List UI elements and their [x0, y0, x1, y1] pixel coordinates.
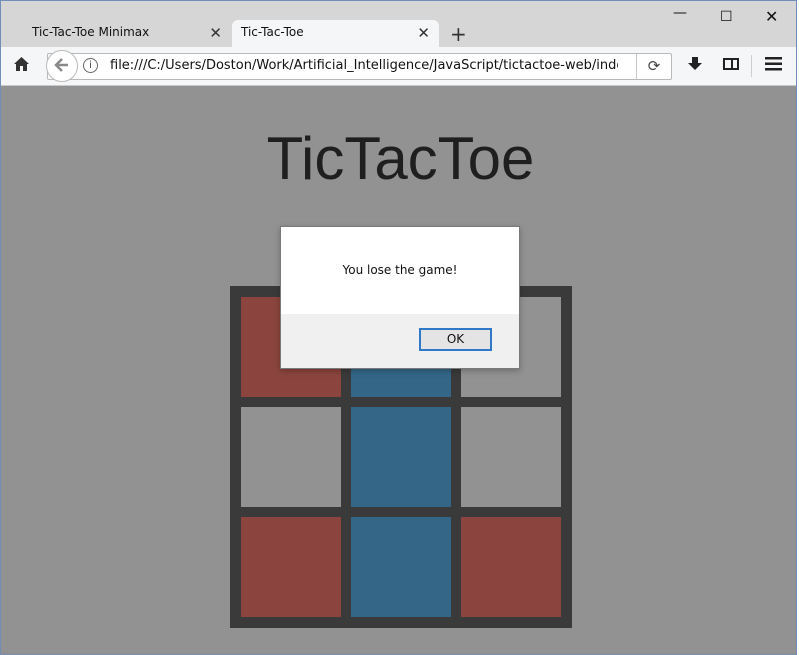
tab-tic-tac-toe[interactable]: Tic-Tac-Toe ✕ [232, 20, 439, 47]
alert-dialog: You lose the game! OK [280, 226, 520, 369]
hamburger-menu-icon[interactable] [765, 56, 782, 76]
navigation-bar: i file:///C:/Users/Doston/Work/Artificia… [1, 47, 796, 86]
ok-button[interactable]: OK [419, 328, 492, 351]
board-cell-3-2[interactable] [351, 517, 451, 617]
home-icon[interactable] [13, 56, 30, 77]
close-tab-icon[interactable]: ✕ [417, 24, 430, 42]
alert-message: You lose the game! [342, 263, 458, 277]
tab-label: Tic-Tac-Toe [241, 25, 304, 39]
board-cell-2-3[interactable] [461, 407, 561, 507]
board-cell-3-1[interactable] [241, 517, 341, 617]
download-icon[interactable] [687, 56, 703, 77]
close-window-icon[interactable]: ✕ [765, 7, 778, 26]
board-cell-2-2[interactable] [351, 407, 451, 507]
page-content: TicTacToe [1, 86, 796, 654]
minimize-icon[interactable]: — [673, 5, 687, 21]
alert-message-area: You lose the game! [281, 227, 519, 314]
maximize-icon[interactable]: ☐ [720, 9, 733, 25]
sidebar-icon[interactable] [723, 58, 739, 70]
back-arrow-icon[interactable] [46, 50, 78, 82]
url-bar[interactable]: i file:///C:/Users/Doston/Work/Artificia… [46, 50, 672, 82]
toolbar-separator [751, 55, 752, 77]
tab-label: Tic-Tac-Toe Minimax [32, 25, 150, 39]
board-cell-3-3[interactable] [461, 517, 561, 617]
close-tab-icon[interactable]: ✕ [209, 24, 222, 42]
tab-tic-tac-toe-minimax[interactable]: Tic-Tac-Toe Minimax ✕ [6, 20, 231, 47]
url-text[interactable]: file:///C:/Users/Doston/Work/Artificial_… [110, 58, 618, 73]
info-icon[interactable]: i [83, 58, 98, 73]
page-title: TicTacToe [266, 125, 535, 192]
tab-strip: Tic-Tac-Toe Minimax ✕ Tic-Tac-Toe ✕ + — … [1, 1, 796, 47]
board-cell-2-1[interactable] [241, 407, 341, 507]
new-tab-icon[interactable]: + [450, 22, 467, 46]
reload-icon[interactable]: ⟳ [636, 54, 671, 79]
